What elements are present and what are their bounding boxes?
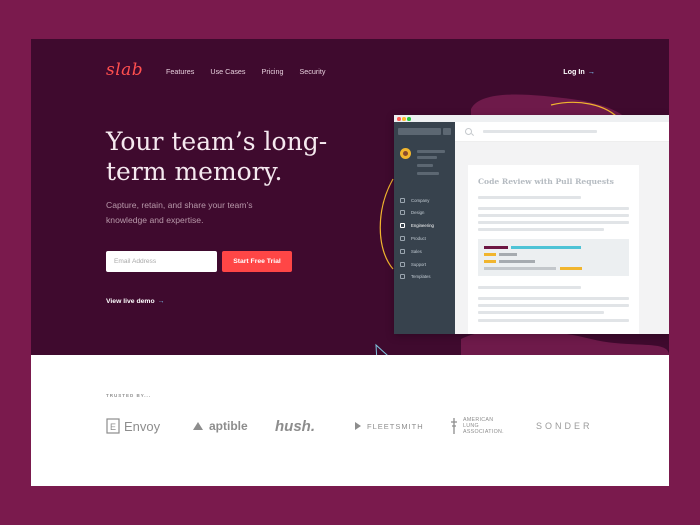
placeholder-line xyxy=(478,286,581,289)
placeholder-line xyxy=(478,207,629,210)
fleetsmith-icon xyxy=(355,422,361,430)
cross-icon xyxy=(451,418,457,434)
aptible-logo: aptible xyxy=(191,415,248,437)
aptible-icon xyxy=(193,422,203,430)
login-label: Log In xyxy=(563,67,585,76)
sidebar-button xyxy=(443,128,451,135)
sidebar-item-sales[interactable]: Sales xyxy=(400,249,422,254)
code-line xyxy=(484,267,556,270)
placeholder-line xyxy=(478,221,629,224)
placeholder-line xyxy=(478,297,629,300)
placeholder-line xyxy=(478,304,629,307)
envoy-icon: E xyxy=(106,418,120,434)
sidebar-item-support[interactable]: Support xyxy=(400,262,426,267)
app-main: Code Review with Pull Requests xyxy=(455,122,669,334)
minimize-dot-icon xyxy=(402,117,406,121)
sidebar-item-product[interactable]: Product xyxy=(400,236,426,241)
app-preview-window: Company Design Engineering Product Sales… xyxy=(394,115,669,334)
arrow-right-icon: → xyxy=(587,67,595,76)
sidebar-item-templates[interactable]: Templates xyxy=(400,274,431,279)
page-frame: slab Features Use Cases Pricing Security… xyxy=(31,39,669,486)
document-card: Code Review with Pull Requests xyxy=(468,165,639,334)
placeholder-line xyxy=(417,172,439,175)
trusted-by-label: TRUSTED BY... xyxy=(106,393,152,398)
placeholder-line xyxy=(478,319,629,322)
placeholder-line xyxy=(478,196,581,199)
start-free-trial-button[interactable]: Start Free Trial xyxy=(222,251,292,272)
placeholder-line xyxy=(417,150,445,153)
sidebar-item-company[interactable]: Company xyxy=(400,198,429,203)
svg-text:E: E xyxy=(110,422,116,432)
sidebar-item-engineering[interactable]: Engineering xyxy=(400,223,434,228)
chart-icon xyxy=(400,249,405,254)
code-block xyxy=(478,239,629,276)
hero-subtext: Capture, retain, and share your team’s k… xyxy=(106,200,253,225)
close-dot-icon xyxy=(397,117,401,121)
placeholder-line xyxy=(417,156,437,159)
building-icon xyxy=(400,198,405,203)
code-line xyxy=(499,253,517,256)
code-line xyxy=(511,246,581,249)
template-icon xyxy=(400,274,405,279)
app-sidebar: Company Design Engineering Product Sales… xyxy=(394,122,455,334)
placeholder-line xyxy=(478,311,604,314)
envoy-logo: E Envoy xyxy=(106,415,160,437)
maximize-dot-icon xyxy=(407,117,411,121)
customer-logos: E Envoy aptible hush. FLEETSMITH AMERICA… xyxy=(106,415,606,437)
placeholder-line xyxy=(478,214,629,217)
placeholder-line xyxy=(417,164,433,167)
slab-logo[interactable]: slab xyxy=(106,60,143,80)
phone-icon xyxy=(400,236,405,241)
arrow-right-icon: → xyxy=(157,298,165,305)
sidebar-search-bar xyxy=(398,128,441,135)
code-line xyxy=(499,260,535,263)
code-line xyxy=(560,267,582,270)
app-topbar xyxy=(455,122,669,142)
code-line xyxy=(484,246,508,249)
code-line xyxy=(484,253,496,256)
american-lung-association-logo: AMERICAN LUNG ASSOCIATION. xyxy=(449,415,504,437)
placeholder-line xyxy=(478,228,604,231)
doc-title: Code Review with Pull Requests xyxy=(478,177,614,186)
nav-security[interactable]: Security xyxy=(300,67,326,76)
hush-logo: hush. xyxy=(275,417,315,435)
nav-pricing[interactable]: Pricing xyxy=(262,67,284,76)
terminal-icon xyxy=(400,223,405,228)
sonder-logo: SONDER xyxy=(536,421,593,431)
code-line xyxy=(484,260,496,263)
login-link[interactable]: Log In → xyxy=(563,67,595,76)
hero-headline: Your team’s long-term memory. xyxy=(106,127,328,186)
nav-use-cases[interactable]: Use Cases xyxy=(210,67,245,76)
avatar xyxy=(400,148,411,159)
placeholder-line xyxy=(483,130,597,133)
pen-icon xyxy=(400,210,405,215)
demo-label: View live demo xyxy=(106,298,155,305)
view-live-demo-link[interactable]: View live demo → xyxy=(106,298,164,305)
nav-features[interactable]: Features xyxy=(166,67,194,76)
trusted-section: TRUSTED BY... E Envoy aptible hush. FLEE… xyxy=(31,355,669,486)
email-input[interactable] xyxy=(106,251,217,272)
search-icon[interactable] xyxy=(465,128,472,135)
window-titlebar xyxy=(394,115,669,122)
fleetsmith-logo: FLEETSMITH xyxy=(353,415,424,437)
hero-section: slab Features Use Cases Pricing Security… xyxy=(31,39,669,355)
sidebar-item-design[interactable]: Design xyxy=(400,210,424,215)
headset-icon xyxy=(400,262,405,267)
main-nav: Features Use Cases Pricing Security xyxy=(166,67,341,76)
